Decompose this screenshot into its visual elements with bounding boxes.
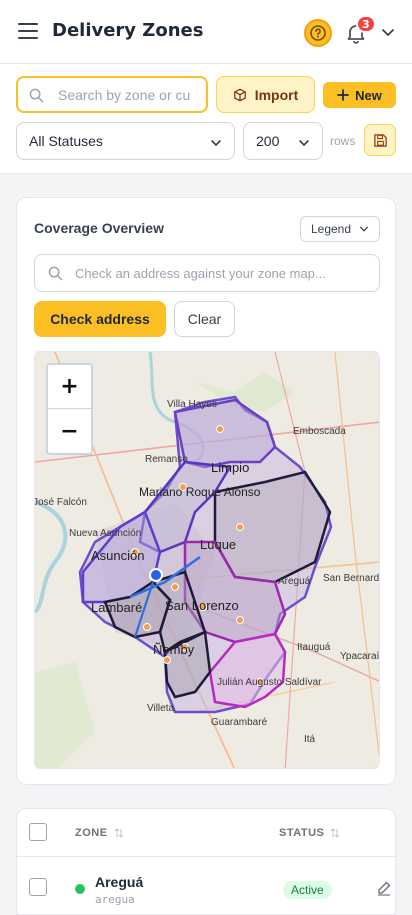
map-label: Ypacaraí — [340, 651, 380, 662]
search-icon — [48, 266, 63, 281]
import-label: Import — [254, 86, 299, 103]
zone-marker[interactable] — [216, 425, 224, 433]
rows-label: rows — [330, 134, 356, 148]
map-label: Lambaré — [91, 600, 142, 615]
coverage-card: Coverage Overview Legend Check address C… — [16, 197, 396, 785]
save-view-button[interactable] — [364, 124, 396, 156]
search-field — [16, 76, 208, 113]
status-dot — [75, 884, 85, 894]
chevron-down-icon — [360, 226, 369, 232]
map-label: San Bernardino — [323, 573, 380, 584]
zoom-out-button[interactable]: − — [48, 409, 91, 453]
map-label: Nueva Asunción — [69, 528, 141, 539]
rows-value: 200 — [256, 133, 280, 149]
map-label: Remanso — [145, 454, 188, 465]
zone-marker[interactable] — [236, 523, 244, 531]
map-label: Asunción — [91, 548, 144, 563]
chevron-down-icon — [211, 140, 221, 147]
notification-badge: 3 — [356, 15, 376, 33]
question-icon — [310, 25, 326, 41]
edit-icon[interactable] — [376, 880, 392, 896]
zone-marker[interactable] — [143, 623, 151, 631]
column-label: STATUS — [279, 827, 325, 839]
legend-dropdown[interactable]: Legend — [300, 216, 380, 242]
zone-marker[interactable] — [163, 656, 171, 664]
zoom-in-button[interactable]: + — [48, 365, 91, 409]
box-icon — [233, 88, 246, 101]
address-check-field — [34, 254, 380, 292]
map-label: Emboscada — [293, 426, 346, 437]
page-title: Delivery Zones — [52, 20, 204, 41]
check-address-button[interactable]: Check address — [34, 301, 166, 337]
chevron-down-icon[interactable] — [380, 24, 396, 40]
location-pin[interactable] — [149, 568, 163, 582]
address-input[interactable] — [75, 255, 375, 291]
wetland-area — [35, 662, 95, 768]
map-label: Villeta — [147, 703, 174, 714]
coverage-map[interactable]: Villa Hayes Emboscada Remanso José Falcó… — [34, 351, 380, 769]
zones-table: ZONE STATUS Areguá aregua Active — [16, 808, 397, 915]
map-label: Luque — [200, 537, 236, 552]
status-filter-value: All Statuses — [29, 133, 103, 149]
chevron-down-icon — [299, 140, 309, 147]
map-label: Villa Hayes — [167, 399, 217, 410]
search-icon — [29, 88, 44, 103]
row-checkbox[interactable] — [29, 878, 47, 896]
save-icon — [373, 133, 387, 147]
coverage-title: Coverage Overview — [34, 220, 164, 236]
zone-marker[interactable] — [171, 583, 179, 591]
map-label: Julián Augusto Saldívar — [217, 677, 322, 688]
column-header-status[interactable]: STATUS — [279, 827, 340, 839]
sort-icon — [114, 828, 123, 838]
map-label: Areguá — [278, 576, 311, 587]
zoom-control: + − — [46, 363, 93, 455]
toolbar: Import New All Statuses 200 rows — [0, 64, 412, 174]
sort-icon — [331, 828, 340, 838]
map-label: Mariano Roque Alonso — [139, 485, 261, 499]
status-badge: Active — [283, 881, 332, 899]
table-header: ZONE STATUS — [17, 809, 397, 857]
rows-per-page-select[interactable]: 200 — [243, 122, 323, 160]
legend-label: Legend — [310, 222, 352, 236]
map-label: José Falcón — [35, 497, 87, 508]
table-row[interactable]: Areguá aregua Active — [17, 857, 397, 915]
select-all-checkbox[interactable] — [29, 823, 47, 841]
menu-icon[interactable] — [18, 23, 38, 41]
zone-marker[interactable] — [236, 616, 244, 624]
clear-button[interactable]: Clear — [174, 301, 235, 337]
zone-name[interactable]: Areguá — [95, 874, 143, 890]
road — [334, 352, 379, 759]
map-label: San Lorenzo — [165, 598, 239, 613]
plus-icon — [337, 89, 350, 101]
search-input[interactable] — [58, 78, 206, 111]
map-label: Limpio — [211, 460, 249, 475]
map-label: Guarambaré — [211, 717, 268, 728]
river — [35, 500, 68, 614]
top-bar: Delivery Zones 3 — [0, 0, 412, 64]
new-label: New — [355, 87, 382, 103]
zone-slug: aregua — [95, 893, 135, 906]
column-header-zone[interactable]: ZONE — [75, 827, 124, 839]
map-label: Itá — [304, 734, 316, 745]
status-filter-select[interactable]: All Statuses — [16, 122, 235, 160]
help-button[interactable] — [304, 19, 332, 47]
map-label: Itauguá — [297, 642, 331, 653]
column-label: ZONE — [75, 827, 108, 839]
map-label: Ñemby — [153, 642, 195, 657]
import-button[interactable]: Import — [216, 76, 315, 113]
new-zone-button[interactable]: New — [323, 82, 396, 108]
